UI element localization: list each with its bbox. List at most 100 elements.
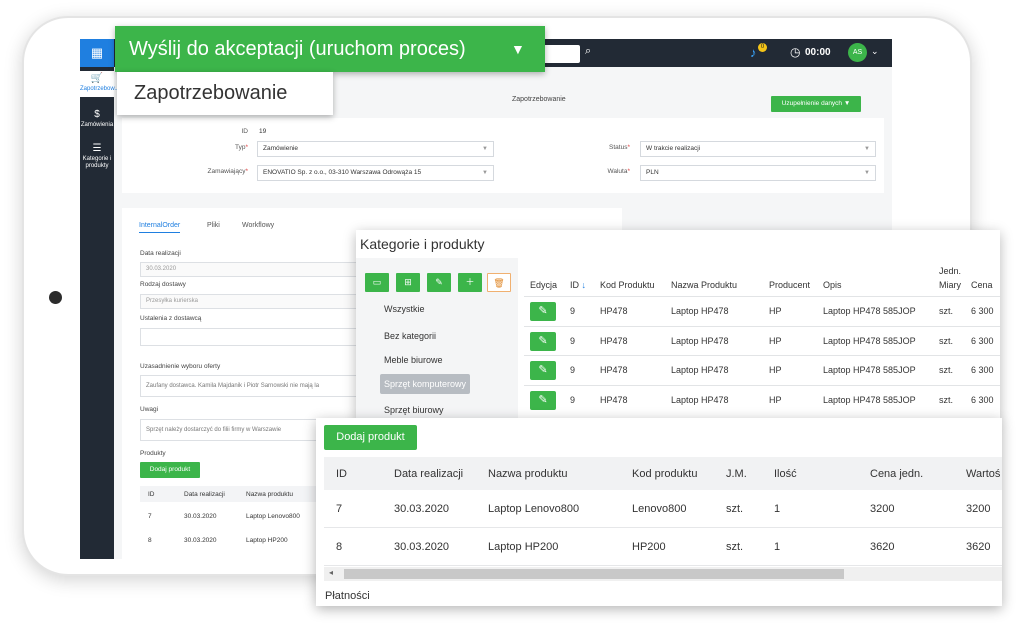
send-for-approval-dropdown[interactable]: Wyślij do akceptacji (uruchom proces) ▼ — [115, 26, 545, 72]
table-cell: Laptop HP478 — [671, 395, 729, 405]
cart-icon: 🛒 — [90, 73, 104, 84]
table-cell: 30.03.2020 — [184, 537, 217, 544]
sidebar-item-kategorie[interactable]: ☰ Kategorie i produkty — [80, 143, 114, 170]
sidebar: 🛒 Zapotrzebow... $ Zamówienia ☰ Kategori… — [80, 67, 119, 559]
table-cell: Laptop HP478 585JOP — [823, 365, 916, 375]
table-cell: 8 — [148, 537, 152, 544]
column-header: Miary — [939, 280, 961, 290]
add-product-button[interactable]: Dodaj produkt — [140, 462, 200, 478]
chevron-down-icon: ▼ — [482, 146, 488, 152]
rodzaj-dostawy-label: Rodzaj dostawy — [140, 281, 186, 288]
table-cell: HP478 — [600, 395, 628, 405]
trash-icon[interactable]: 🗑 — [487, 273, 511, 292]
table-cell: HP — [769, 395, 782, 405]
table-cell: szt. — [726, 541, 744, 553]
table-row: ✎ 9 HP478 Laptop HP478 HP Laptop HP478 5… — [524, 385, 1000, 415]
table-row[interactable]: 8 30.03.2020 Laptop HP200 HP200 szt. 1 3… — [324, 528, 1002, 566]
table-cell: 7 — [336, 503, 343, 515]
data-realizacji-label: Data realizacji — [140, 250, 181, 257]
id-label: ID — [241, 128, 249, 135]
table-cell: szt. — [939, 336, 954, 346]
table-cell: HP478 — [600, 365, 628, 375]
table-cell: 3200 — [870, 503, 895, 515]
apps-grid-icon[interactable]: ▦ — [80, 39, 114, 67]
categories-panel: Kategorie i produkty ▭ ⊞ ✎ ＋ 🗑 Wszystkie… — [356, 230, 1000, 420]
table-cell: HP200 — [632, 541, 666, 553]
table-cell: HP — [769, 336, 782, 346]
edit-icon[interactable]: ✎ — [530, 391, 556, 410]
sidebar-item-zapotrzebowania[interactable]: 🛒 Zapotrzebow... — [80, 71, 119, 97]
waluta-select[interactable]: PLN ▼ — [640, 165, 876, 181]
category-item[interactable]: Meble biurowe — [384, 355, 443, 365]
table-row[interactable]: 7 30.03.2020 Laptop Lenovo800 Lenovo800 … — [324, 490, 1002, 528]
category-item[interactable]: Sprzęt biurowy — [384, 405, 444, 415]
scrollbar-thumb[interactable] — [344, 569, 844, 579]
column-header: Nazwa produktu — [246, 491, 293, 498]
chevron-down-icon: ▼ — [864, 170, 870, 176]
column-header: Nazwa Produktu — [671, 280, 738, 290]
id-value: 19 — [259, 128, 267, 135]
caret-down-icon: ▼ — [511, 41, 525, 57]
edit-icon[interactable]: ✎ — [530, 302, 556, 321]
header-form: ID 19 Typ* Zamówienie ▼ Zamawiający* ENOV… — [122, 118, 884, 193]
table-cell: Laptop Lenovo800 — [246, 513, 300, 520]
category-item[interactable]: Wszystkie — [384, 304, 425, 314]
folder-edit-icon[interactable]: ✎ — [427, 273, 451, 292]
column-header: J.M. — [726, 468, 747, 480]
table-cell: 30.03.2020 — [184, 513, 217, 520]
table-cell: 6 300 — [971, 306, 994, 316]
supplement-data-button[interactable]: Uzupełnienie danych ▼ — [771, 96, 861, 112]
avatar[interactable]: AS — [848, 43, 867, 62]
edit-icon[interactable]: ✎ — [530, 361, 556, 380]
tab-pliki[interactable]: Pliki — [207, 222, 220, 229]
status-label: Status* — [609, 144, 630, 151]
edit-icon[interactable]: ✎ — [530, 332, 556, 351]
category-item[interactable]: Bez kategorii — [384, 331, 436, 341]
table-cell: HP — [769, 306, 782, 316]
folder-add-icon[interactable]: ⊞ — [396, 273, 420, 292]
sidebar-item-label: Kategorie i produkty — [82, 156, 112, 169]
table-cell: szt. — [939, 365, 954, 375]
table-cell: 1 — [774, 503, 781, 515]
status-select[interactable]: W trakcie realizacji ▼ — [640, 141, 876, 157]
table-cell: 8 — [336, 541, 343, 553]
sidebar-item-zamowienia[interactable]: $ Zamówienia — [80, 109, 114, 129]
table-cell: Laptop HP478 — [671, 336, 729, 346]
column-header: Ilość — [774, 468, 797, 480]
page-title: Zapotrzebowanie — [512, 96, 566, 103]
dollar-icon: $ — [94, 109, 100, 120]
typ-select[interactable]: Zamówienie ▼ — [257, 141, 494, 157]
tab-workflowy[interactable]: Workflowy — [242, 222, 274, 229]
clock-icon: ◷ — [790, 45, 801, 59]
payments-section-title: Płatności — [325, 590, 370, 602]
tab-internalorder[interactable]: InternalOrder — [139, 222, 181, 233]
column-header: Data realizacji — [184, 491, 225, 498]
table-cell: 3620 — [870, 541, 895, 553]
column-header: ID — [336, 468, 347, 480]
column-header: Data realizacji — [394, 468, 464, 480]
timer-display: 00:00 — [805, 47, 831, 58]
zamawiajacy-select[interactable]: ENOVATIO Sp. z o.o., 03-310 Warszawa Odr… — [257, 165, 494, 181]
file-add-icon[interactable]: ＋ — [458, 273, 482, 292]
chevron-down-icon[interactable]: ⌄ — [871, 46, 879, 57]
table-row: ✎ 9 HP478 Laptop HP478 HP Laptop HP478 5… — [524, 326, 1000, 356]
categories-title: Kategorie i produkty — [360, 236, 485, 252]
category-item-selected[interactable]: Sprzęt komputerowy — [380, 374, 471, 394]
table-cell: Laptop HP478 — [671, 306, 729, 316]
column-header[interactable]: ID ↓ — [570, 280, 586, 290]
add-product-button[interactable]: Dodaj produkt — [324, 425, 417, 450]
table-cell: 7 — [148, 513, 152, 520]
table-cell: HP478 — [600, 336, 628, 346]
notification-badge: 0 — [758, 43, 767, 52]
notifications-icon[interactable]: ♪ — [750, 45, 757, 60]
column-header: Kod Produktu — [600, 280, 655, 290]
tablet-camera — [49, 291, 62, 304]
horizontal-scrollbar[interactable]: ◂ — [324, 567, 1002, 581]
folder-icon[interactable]: ▭ — [365, 273, 389, 292]
sidebar-item-label: Zamówienia — [80, 122, 114, 128]
search-icon[interactable]: ⌕ — [585, 45, 591, 58]
table-cell: szt. — [726, 503, 744, 515]
table-cell: 30.03.2020 — [394, 503, 450, 515]
table-cell: HP478 — [600, 306, 628, 316]
scroll-left-icon[interactable]: ◂ — [329, 568, 333, 577]
